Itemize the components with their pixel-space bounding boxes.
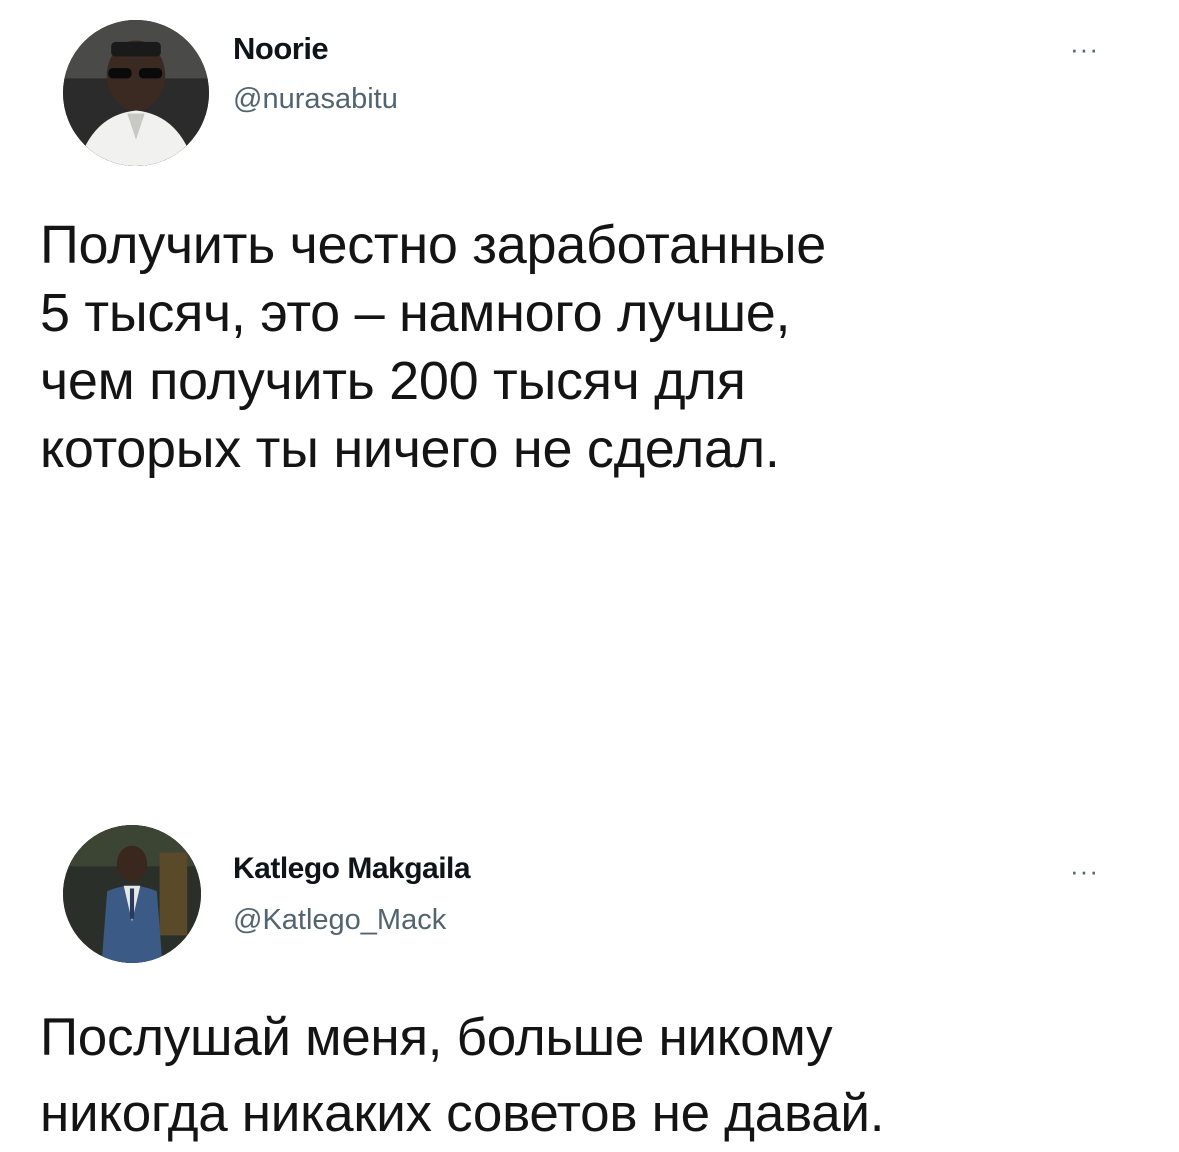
more-options-icon[interactable]: ··· xyxy=(1070,34,1099,65)
user-handle[interactable]: @Katlego_Mack xyxy=(233,904,446,937)
tweet-card: Katlego Makgaila @Katlego_Mack ··· Послу… xyxy=(0,780,1179,1144)
avatar[interactable] xyxy=(63,20,209,166)
user-handle[interactable]: @nurasabitu xyxy=(233,83,398,116)
tweet-card: Noorie @nurasabitu ··· Получить честно з… xyxy=(0,0,1179,780)
display-name[interactable]: Noorie xyxy=(233,31,329,67)
display-name[interactable]: Katlego Makgaila xyxy=(233,852,471,886)
tweet-text: Послушай меня, больше никому никогда ник… xyxy=(40,1008,885,1143)
tweet-text: Получить честно заработанные 5 тысяч, эт… xyxy=(40,215,826,479)
more-options-icon[interactable]: ··· xyxy=(1070,856,1099,887)
avatar[interactable] xyxy=(63,825,201,963)
avatar-image xyxy=(63,20,209,166)
avatar-image xyxy=(63,825,201,963)
